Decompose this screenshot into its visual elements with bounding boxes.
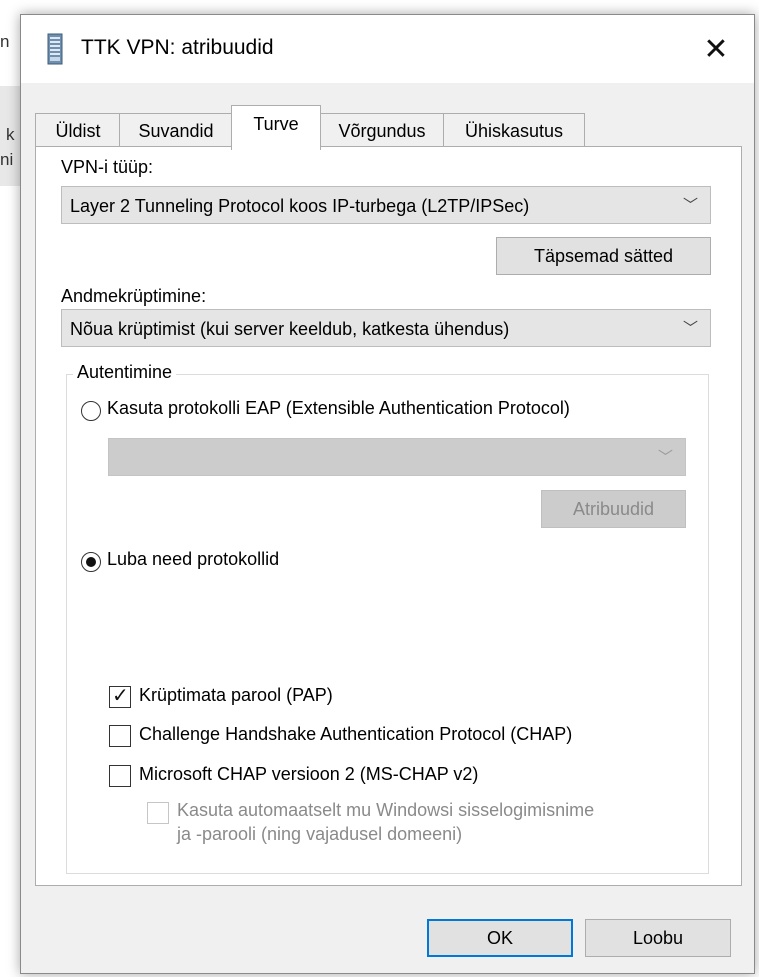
tab-networking[interactable]: Võrgundus xyxy=(319,113,445,148)
allow-protocols-radio[interactable] xyxy=(81,552,101,572)
auto-logon-label-line1: Kasuta automaatselt mu Windowsi sisselog… xyxy=(177,800,595,820)
advanced-settings-button[interactable]: Täpsemad sätted xyxy=(496,237,711,275)
eap-method-dropdown[interactable]: ﹀ xyxy=(108,438,686,476)
chap-checkbox[interactable] xyxy=(109,725,131,747)
vpn-type-dropdown[interactable]: Layer 2 Tunneling Protocol koos IP-turbe… xyxy=(61,186,711,224)
vpn-connection-icon xyxy=(47,33,63,65)
chevron-down-icon: ﹀ xyxy=(682,197,698,214)
eap-radio-label[interactable]: Kasuta protokolli EAP (Extensible Authen… xyxy=(107,398,570,419)
encryption-value: Nõua krüptimist (kui server keeldub, kat… xyxy=(70,319,510,339)
encryption-label: Andmekrüptimine: xyxy=(61,286,207,306)
allow-protocols-label[interactable]: Luba need protokollid xyxy=(107,549,279,570)
chevron-down-icon: ﹀ xyxy=(682,320,698,337)
pap-label[interactable]: Krüptimata parool (PAP) xyxy=(139,685,333,706)
background-text: n xyxy=(0,32,10,51)
eap-properties-button[interactable]: Atribuudid xyxy=(541,490,686,528)
radio-selected-dot xyxy=(86,557,96,567)
dialog-title: TTK VPN: atribuudid xyxy=(81,36,274,59)
auto-logon-label-line2: ja -parooli (ning vajadusel domeeni) xyxy=(177,824,463,844)
close-icon: ✕ xyxy=(703,33,729,66)
eap-radio[interactable] xyxy=(81,401,101,421)
encryption-dropdown[interactable]: Nõua krüptimist (kui server keeldub, kat… xyxy=(61,309,711,347)
title-bar[interactable]: TTK VPN: atribuudid ✕ xyxy=(21,15,754,83)
chevron-down-icon: ﹀ xyxy=(657,449,673,466)
background-text: k xyxy=(6,125,15,144)
authentication-group: Autentimine Kasuta protokolli EAP (Exten… xyxy=(66,362,709,874)
ok-button[interactable]: OK xyxy=(427,919,573,957)
cancel-button[interactable]: Loobu xyxy=(585,919,731,957)
mschapv2-label[interactable]: Microsoft CHAP versioon 2 (MS-CHAP v2) xyxy=(139,764,478,785)
properties-dialog: TTK VPN: atribuudid ✕ Üldist Suvandid Tu… xyxy=(20,14,755,974)
chap-label[interactable]: Challenge Handshake Authentication Proto… xyxy=(139,724,572,745)
checkmark-icon: ✓ xyxy=(112,685,129,707)
authentication-legend: Autentimine xyxy=(73,362,177,383)
vpn-type-value: Layer 2 Tunneling Protocol koos IP-turbe… xyxy=(70,196,530,216)
vpn-type-label: VPN-i tüüp: xyxy=(61,157,154,177)
background-text: ni xyxy=(0,150,14,169)
tab-sharing[interactable]: Ühiskasutus xyxy=(443,113,585,148)
tab-security[interactable]: Turve xyxy=(231,105,321,150)
mschapv2-checkbox[interactable] xyxy=(109,765,131,787)
auto-logon-checkbox[interactable] xyxy=(147,802,169,824)
tab-options[interactable]: Suvandid xyxy=(119,113,233,148)
pap-checkbox[interactable]: ✓ xyxy=(109,685,131,708)
close-button[interactable]: ✕ xyxy=(693,27,739,73)
tab-general[interactable]: Üldist xyxy=(35,113,121,148)
